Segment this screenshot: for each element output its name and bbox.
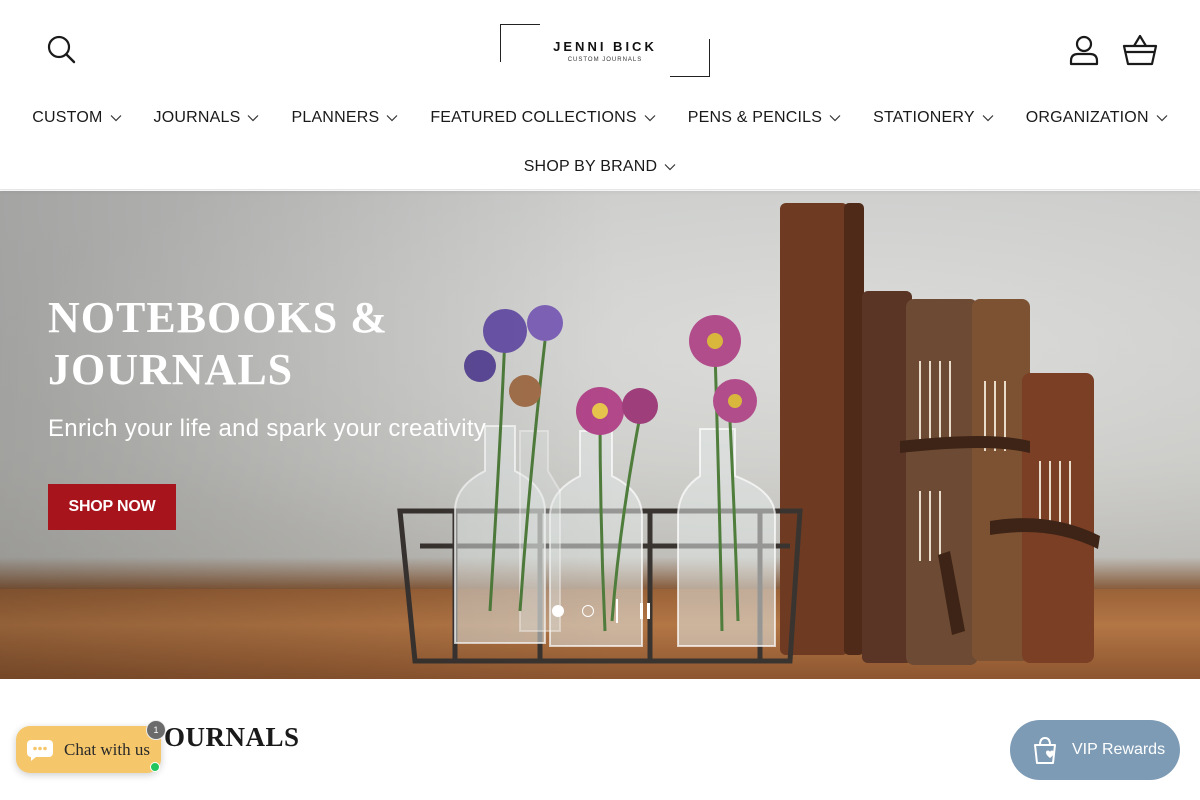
shop-now-button[interactable]: SHOP NOW (48, 484, 176, 530)
search-button[interactable] (44, 32, 78, 66)
main-nav-row-2: SHOP BY BRAND (0, 155, 1200, 179)
nav-item-stationery[interactable]: STATIONERY (873, 106, 994, 130)
nav-item-organization[interactable]: ORGANIZATION (1026, 106, 1168, 130)
nav-item-shop-by-brand[interactable]: SHOP BY BRAND (524, 155, 677, 179)
chevron-down-icon (982, 115, 994, 122)
chevron-down-icon (644, 115, 656, 122)
nav-item-label: SHOP BY BRAND (523, 158, 658, 175)
chat-widget-button[interactable]: Chat with us (16, 726, 161, 773)
account-button[interactable] (1066, 32, 1102, 68)
vip-rewards-label: VIP Rewards (1072, 741, 1166, 758)
site-logo[interactable]: JENNI BICK CUSTOM JOURNALS (500, 24, 710, 77)
nav-item-label: FEATURED COLLECTIONS (430, 109, 637, 126)
nav-item-label: CUSTOM (32, 109, 103, 126)
nav-item-featured-collections[interactable]: FEATURED COLLECTIONS (430, 106, 656, 130)
nav-item-label: ORGANIZATION (1025, 109, 1149, 126)
gift-bag-icon (1034, 736, 1056, 764)
nav-item-journals[interactable]: JOURNALS (154, 106, 260, 130)
nav-item-label: JOURNALS (153, 109, 241, 126)
slide-dot-2[interactable] (582, 605, 594, 617)
search-icon (47, 35, 76, 64)
pause-icon (647, 603, 650, 619)
nav-item-custom[interactable]: CUSTOM (32, 106, 121, 130)
section-title: JOURNALS (150, 722, 300, 752)
logo-tagline: CUSTOM JOURNALS (567, 57, 643, 63)
journals-illustration (780, 203, 1100, 665)
pause-icon (640, 603, 643, 619)
nav-item-label: PLANNERS (291, 109, 380, 126)
online-status-dot (150, 762, 160, 772)
main-nav: CUSTOM JOURNALS PLANNERS FEATURED COLLEC… (0, 106, 1200, 130)
chevron-down-icon (248, 115, 259, 122)
chevron-down-icon (829, 115, 841, 122)
logo-name: JENNI BICK (553, 39, 657, 54)
hero-title: NOTEBOOKS & JOURNALS (48, 293, 388, 394)
nav-item-label: PENS & PENCILS (687, 109, 823, 126)
hero-banner: NOTEBOOKS & JOURNALS Enrich your life an… (0, 191, 1200, 679)
site-header: JENNI BICK CUSTOM JOURNALS CUSTOM JOURNA… (0, 0, 1200, 190)
nav-item-planners[interactable]: PLANNERS (291, 106, 398, 130)
chevron-down-icon (386, 115, 398, 122)
hero-subtitle: Enrich your life and spark your creativi… (48, 415, 487, 442)
chevron-down-icon (1156, 115, 1168, 122)
chevron-down-icon (664, 164, 676, 171)
slideshow-controls (548, 599, 658, 623)
vip-rewards-button[interactable]: VIP Rewards (1010, 720, 1180, 780)
nav-item-label: STATIONERY (873, 109, 975, 126)
chat-bubble-icon (27, 739, 53, 761)
slide-controls-divider (616, 599, 618, 623)
basket-icon (1122, 34, 1158, 66)
slide-dot-1[interactable] (552, 605, 564, 617)
pause-button[interactable] (638, 603, 652, 619)
chat-notification-badge: 1 (146, 720, 166, 740)
user-icon (1069, 35, 1099, 66)
chevron-down-icon (110, 115, 121, 122)
cart-button[interactable] (1120, 32, 1160, 68)
nav-item-pens-pencils[interactable]: PENS & PENCILS (688, 106, 841, 130)
chat-label: Chat with us (64, 739, 150, 759)
